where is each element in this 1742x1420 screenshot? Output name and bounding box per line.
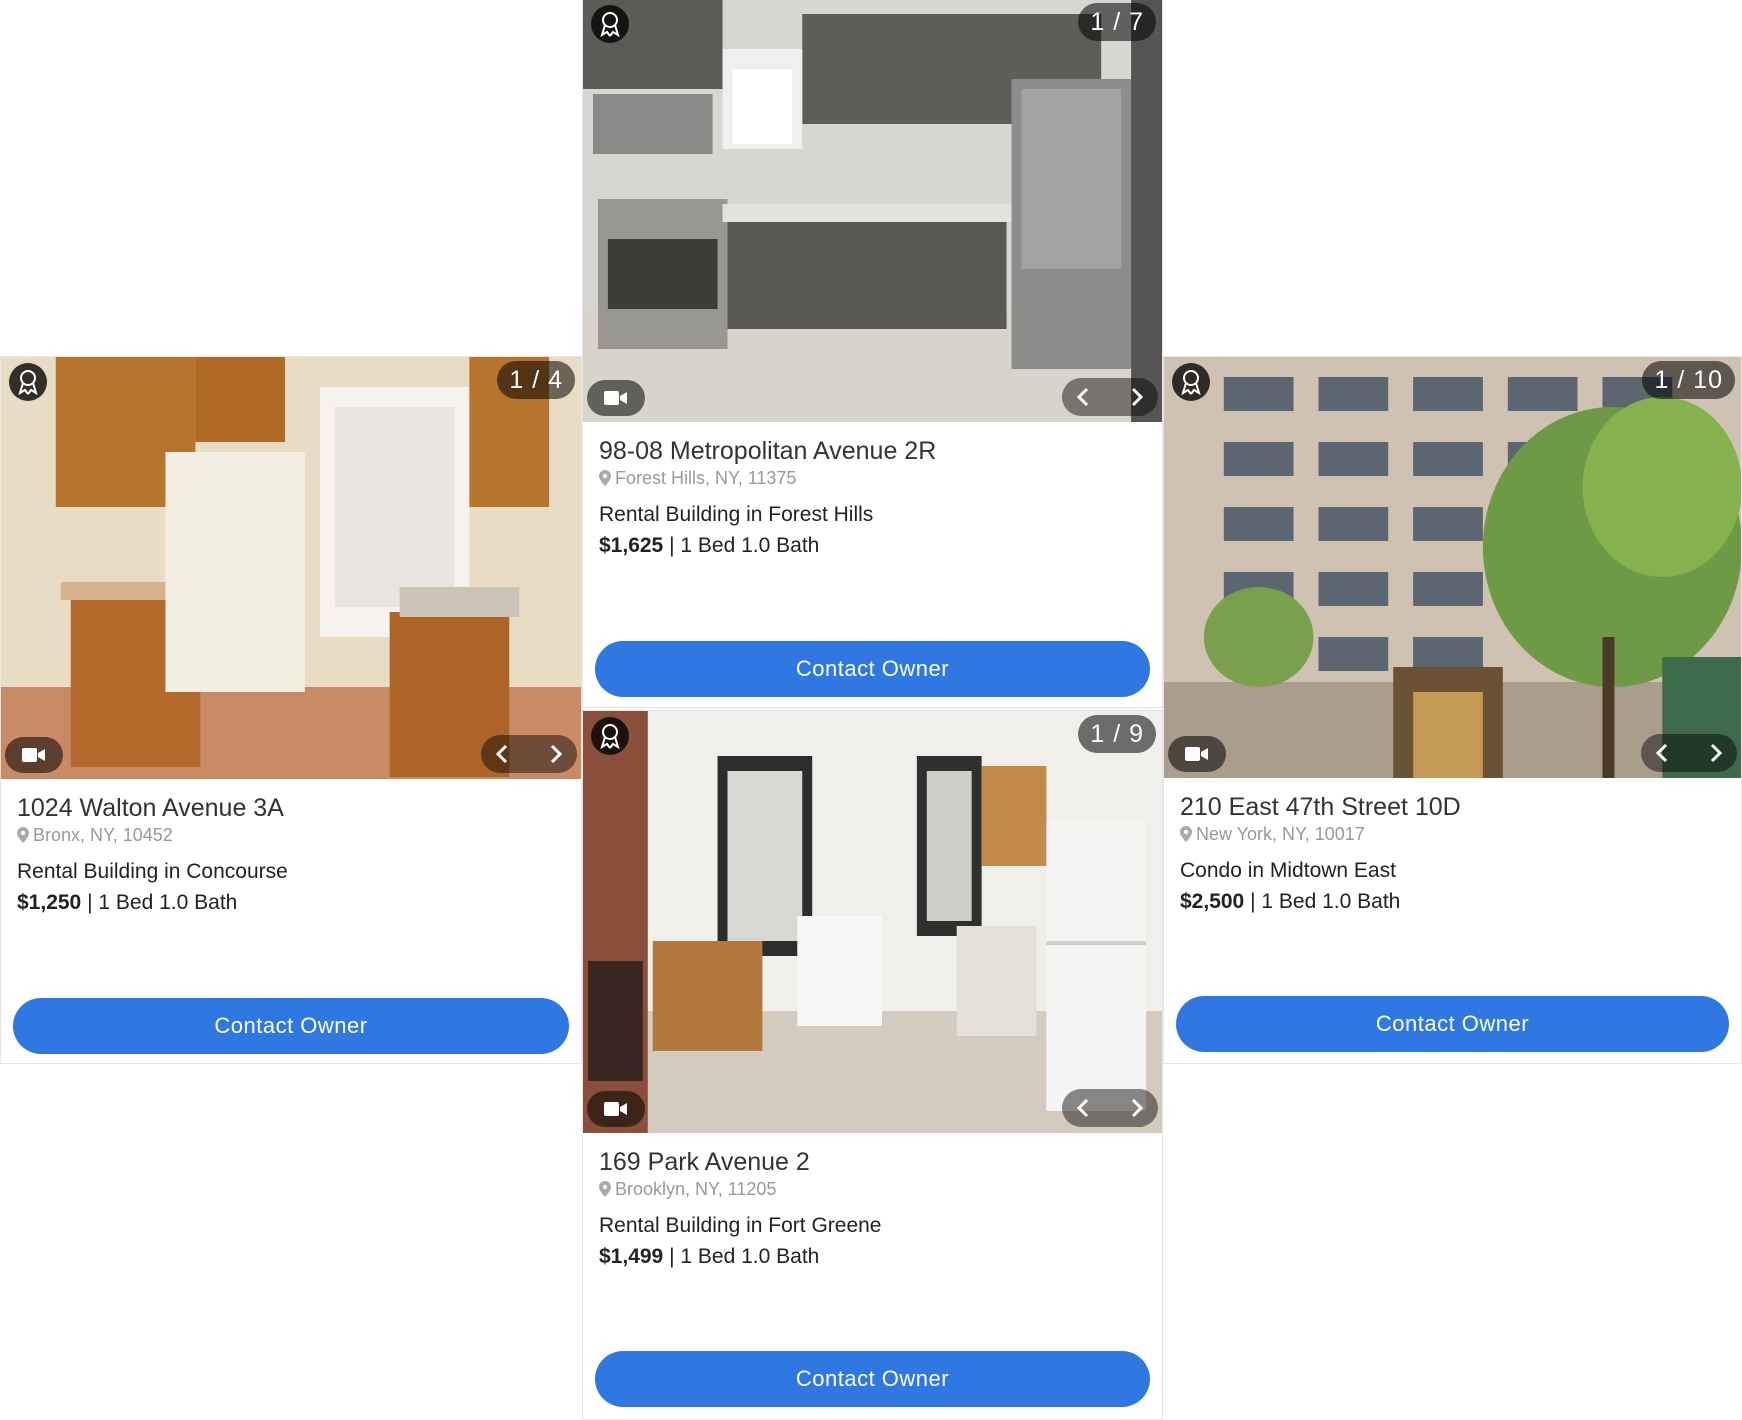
chevron-left-icon[interactable] bbox=[489, 741, 515, 767]
separator: | bbox=[669, 534, 675, 557]
listing-title[interactable]: 210 East 47th Street 10D bbox=[1180, 792, 1725, 822]
map-pin-icon bbox=[599, 1181, 611, 1197]
video-camera-icon[interactable] bbox=[1168, 736, 1226, 772]
beds-baths: 1 Bed 1.0 Bath bbox=[98, 891, 238, 914]
location-text: Brooklyn, NY, 11205 bbox=[615, 1179, 777, 1199]
price-line: $2,500 | 1 Bed 1.0 Bath bbox=[1180, 886, 1725, 918]
listing-card[interactable]: 1 / 7 98-08 Metropolitan Avenue 2R Fores… bbox=[582, 0, 1163, 708]
building-type: Condo in Midtown East bbox=[1180, 859, 1396, 882]
separator: | bbox=[1250, 890, 1256, 913]
map-pin-icon bbox=[1180, 826, 1192, 842]
building-type: Rental Building in Fort Greene bbox=[599, 1214, 882, 1237]
price-line: $1,625 | 1 Bed 1.0 Bath bbox=[599, 530, 1146, 562]
listing-info: 1024 Walton Avenue 3A Bronx, NY, 10452 R… bbox=[1, 779, 581, 919]
listing-card[interactable]: 1 / 9 169 Park Avenue 2 Brooklyn, NY, 11… bbox=[582, 710, 1163, 1420]
listing-location: Bronx, NY, 10452 bbox=[17, 823, 565, 847]
listing-photo[interactable]: 1 / 7 bbox=[583, 0, 1162, 422]
listing-card[interactable]: 1 / 4 1024 Walton Avenue 3A Bronx, NY, 1… bbox=[0, 356, 582, 1064]
listing-info: 210 East 47th Street 10D New York, NY, 1… bbox=[1164, 778, 1741, 918]
chevron-right-icon[interactable] bbox=[1703, 740, 1729, 766]
listing-photo[interactable]: 1 / 4 bbox=[1, 357, 581, 779]
photo-counter: 1 / 10 bbox=[1642, 361, 1735, 399]
chevron-right-icon[interactable] bbox=[543, 741, 569, 767]
photo-counter: 1 / 7 bbox=[1078, 3, 1156, 41]
listing-title[interactable]: 98-08 Metropolitan Avenue 2R bbox=[599, 436, 1146, 466]
map-pin-icon bbox=[17, 827, 29, 843]
beds-baths: 1 Bed 1.0 Bath bbox=[1261, 890, 1401, 913]
listing-photo[interactable]: 1 / 9 bbox=[583, 711, 1162, 1133]
contact-owner-button[interactable]: Contact Owner bbox=[595, 641, 1150, 697]
listing-location: Forest Hills, NY, 11375 bbox=[599, 466, 1146, 490]
building-type: Rental Building in Concourse bbox=[17, 860, 288, 883]
location-text: Forest Hills, NY, 11375 bbox=[615, 468, 797, 488]
listing-info: 169 Park Avenue 2 Brooklyn, NY, 11205 Re… bbox=[583, 1133, 1162, 1273]
contact-owner-button[interactable]: Contact Owner bbox=[595, 1351, 1150, 1407]
listing-price: $2,500 bbox=[1180, 890, 1245, 913]
kitchen-photo-image bbox=[583, 711, 1162, 1133]
listing-info: 98-08 Metropolitan Avenue 2R Forest Hill… bbox=[583, 422, 1162, 562]
listing-price: $1,250 bbox=[17, 891, 82, 914]
location-text: Bronx, NY, 10452 bbox=[33, 825, 173, 845]
photo-counter: 1 / 4 bbox=[497, 361, 575, 399]
photo-carousel-nav bbox=[481, 735, 577, 773]
beds-baths: 1 Bed 1.0 Bath bbox=[680, 1245, 820, 1268]
photo-carousel-nav bbox=[1641, 734, 1737, 772]
contact-owner-button[interactable]: Contact Owner bbox=[1176, 996, 1729, 1052]
photo-counter: 1 / 9 bbox=[1078, 715, 1156, 753]
listing-photo[interactable]: 1 / 10 bbox=[1164, 357, 1741, 778]
chevron-left-icon[interactable] bbox=[1070, 384, 1096, 410]
listing-card[interactable]: 1 / 10 210 East 47th Street 10D New York… bbox=[1163, 356, 1742, 1064]
separator: | bbox=[669, 1245, 675, 1268]
listing-title[interactable]: 1024 Walton Avenue 3A bbox=[17, 793, 565, 823]
listing-location: Brooklyn, NY, 11205 bbox=[599, 1177, 1146, 1201]
award-ribbon-icon bbox=[591, 717, 629, 755]
separator: | bbox=[87, 891, 93, 914]
building-type: Rental Building in Forest Hills bbox=[599, 503, 874, 526]
kitchen-photo-image bbox=[1, 357, 581, 779]
photo-carousel-nav bbox=[1062, 1089, 1158, 1127]
building-photo-image bbox=[1164, 357, 1741, 778]
kitchen-photo-image bbox=[583, 0, 1162, 422]
chevron-left-icon[interactable] bbox=[1649, 740, 1675, 766]
location-text: New York, NY, 10017 bbox=[1196, 824, 1365, 844]
map-pin-icon bbox=[599, 470, 611, 486]
photo-carousel-nav bbox=[1062, 378, 1158, 416]
chevron-left-icon[interactable] bbox=[1070, 1095, 1096, 1121]
price-line: $1,250 | 1 Bed 1.0 Bath bbox=[17, 887, 565, 919]
beds-baths: 1 Bed 1.0 Bath bbox=[680, 534, 820, 557]
listing-price: $1,625 bbox=[599, 534, 664, 557]
video-camera-icon[interactable] bbox=[5, 737, 63, 773]
listing-title[interactable]: 169 Park Avenue 2 bbox=[599, 1147, 1146, 1177]
listing-price: $1,499 bbox=[599, 1245, 664, 1268]
contact-owner-button[interactable]: Contact Owner bbox=[13, 998, 569, 1054]
video-camera-icon[interactable] bbox=[587, 1091, 645, 1127]
video-camera-icon[interactable] bbox=[587, 380, 645, 416]
award-ribbon-icon bbox=[1172, 363, 1210, 401]
listing-location: New York, NY, 10017 bbox=[1180, 822, 1725, 846]
chevron-right-icon[interactable] bbox=[1124, 384, 1150, 410]
chevron-right-icon[interactable] bbox=[1124, 1095, 1150, 1121]
award-ribbon-icon bbox=[591, 5, 629, 43]
award-ribbon-icon bbox=[9, 363, 47, 401]
price-line: $1,499 | 1 Bed 1.0 Bath bbox=[599, 1241, 1146, 1273]
